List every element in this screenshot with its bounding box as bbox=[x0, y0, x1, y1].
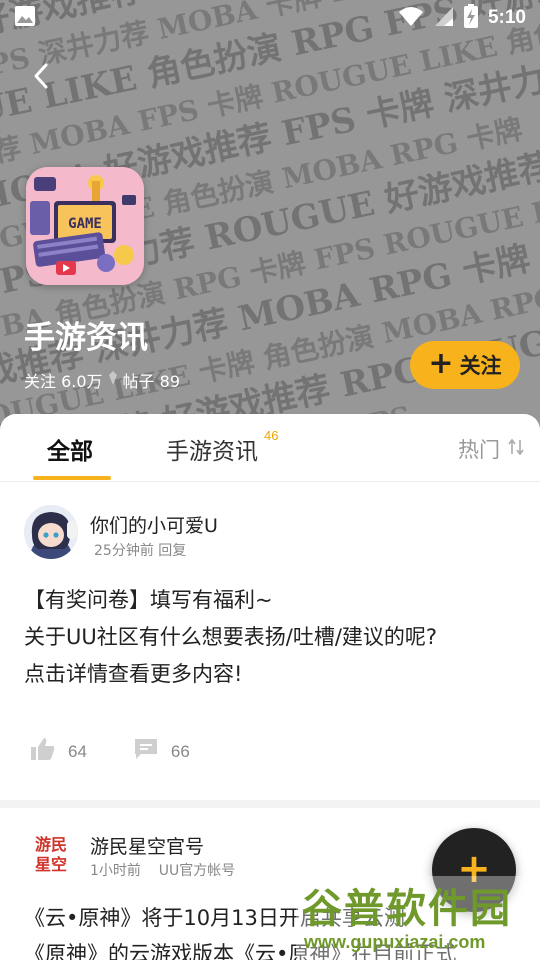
avatar[interactable] bbox=[24, 505, 78, 559]
back-button[interactable] bbox=[24, 60, 60, 96]
sort-arrows-icon bbox=[508, 437, 524, 461]
post-card[interactable]: 你们的小可爱U 25分钟前 回复 【有奖问卷】填写有福利~ 关于UU社区有什么想… bbox=[0, 482, 540, 800]
post-meta: 1小时前 UU官方帐号 bbox=[90, 860, 235, 880]
community-title: 手游资讯 bbox=[24, 320, 148, 356]
official-account-badge: UU官方帐号 bbox=[158, 863, 236, 879]
sort-selector[interactable]: 热门 bbox=[458, 434, 524, 464]
gallery-notification-icon bbox=[14, 5, 36, 31]
status-bar: 5:10 bbox=[0, 0, 540, 36]
avatar-logo-text: 星空 bbox=[35, 855, 67, 874]
post-line: 点击详情查看更多内容! bbox=[24, 662, 243, 686]
post-line: 【有奖问卷】填写有福利~ bbox=[24, 588, 273, 612]
chevron-left-icon bbox=[32, 62, 52, 94]
follow-button[interactable]: + 关注 bbox=[410, 341, 520, 389]
post-body: 【有奖问卷】填写有福利~ 关于UU社区有什么想要表扬/吐槽/建议的呢? 点击详情… bbox=[24, 582, 516, 693]
like-count: 64 bbox=[68, 741, 87, 761]
like-button[interactable]: 64 bbox=[30, 737, 87, 766]
comment-button[interactable]: 66 bbox=[133, 737, 190, 766]
post-divider bbox=[0, 800, 540, 808]
post-time: 25分钟前 回复 bbox=[94, 543, 187, 559]
watermark-title: 谷普软件园 bbox=[302, 886, 512, 932]
community-header: MOBA 好游戏推荐 角色扮演 卡牌 ROUGUE LIKE RPG FPS 深… bbox=[0, 0, 540, 440]
active-tab-indicator bbox=[33, 476, 111, 480]
pen-icon bbox=[107, 370, 119, 390]
post-actions: 64 66 bbox=[30, 737, 236, 766]
game-console-illustration: GAME bbox=[26, 167, 144, 285]
feed-tabs: 全部 手游资讯 46 热门 bbox=[0, 414, 540, 482]
plus-icon: + bbox=[428, 345, 454, 381]
posts-count: 帖子 89 bbox=[122, 372, 180, 391]
tab-news-badge: 46 bbox=[264, 428, 279, 443]
watermark-url: www.gupuxiazai.com bbox=[304, 932, 486, 952]
post-author[interactable]: 你们的小可爱U bbox=[90, 511, 218, 538]
avatar[interactable]: 游民 星空 bbox=[24, 826, 78, 880]
follow-button-label: 关注 bbox=[459, 354, 502, 378]
post-line: 关于UU社区有什么想要表扬/吐槽/建议的呢? bbox=[24, 625, 438, 649]
avatar-logo-text: 游民 bbox=[35, 835, 67, 854]
followers-count: 关注 6.0万 bbox=[24, 372, 103, 391]
community-stats: 关注 6.0万 帖子 89 bbox=[24, 368, 180, 392]
post-author[interactable]: 游民星空官号 bbox=[90, 832, 204, 859]
tab-news-label: 手游资讯 bbox=[166, 439, 258, 465]
comment-count: 66 bbox=[170, 741, 190, 761]
signal-icon bbox=[434, 5, 454, 31]
community-icon: GAME bbox=[26, 167, 144, 285]
comment-icon bbox=[133, 737, 159, 766]
sort-label: 热门 bbox=[458, 438, 500, 462]
thumbs-up-icon bbox=[30, 737, 56, 766]
battery-charging-icon bbox=[463, 4, 478, 32]
icon-game-label: GAME bbox=[68, 216, 102, 232]
post-time: 1小时前 bbox=[90, 863, 141, 879]
tab-all[interactable]: 全部 bbox=[33, 432, 111, 480]
status-time: 5:10 bbox=[487, 7, 526, 28]
watermark: 谷普软件园 www.gupuxiazai.com bbox=[296, 876, 540, 960]
tab-all-label: 全部 bbox=[47, 439, 93, 465]
wifi-icon bbox=[398, 5, 424, 31]
tab-news[interactable]: 手游资讯 bbox=[166, 432, 258, 466]
